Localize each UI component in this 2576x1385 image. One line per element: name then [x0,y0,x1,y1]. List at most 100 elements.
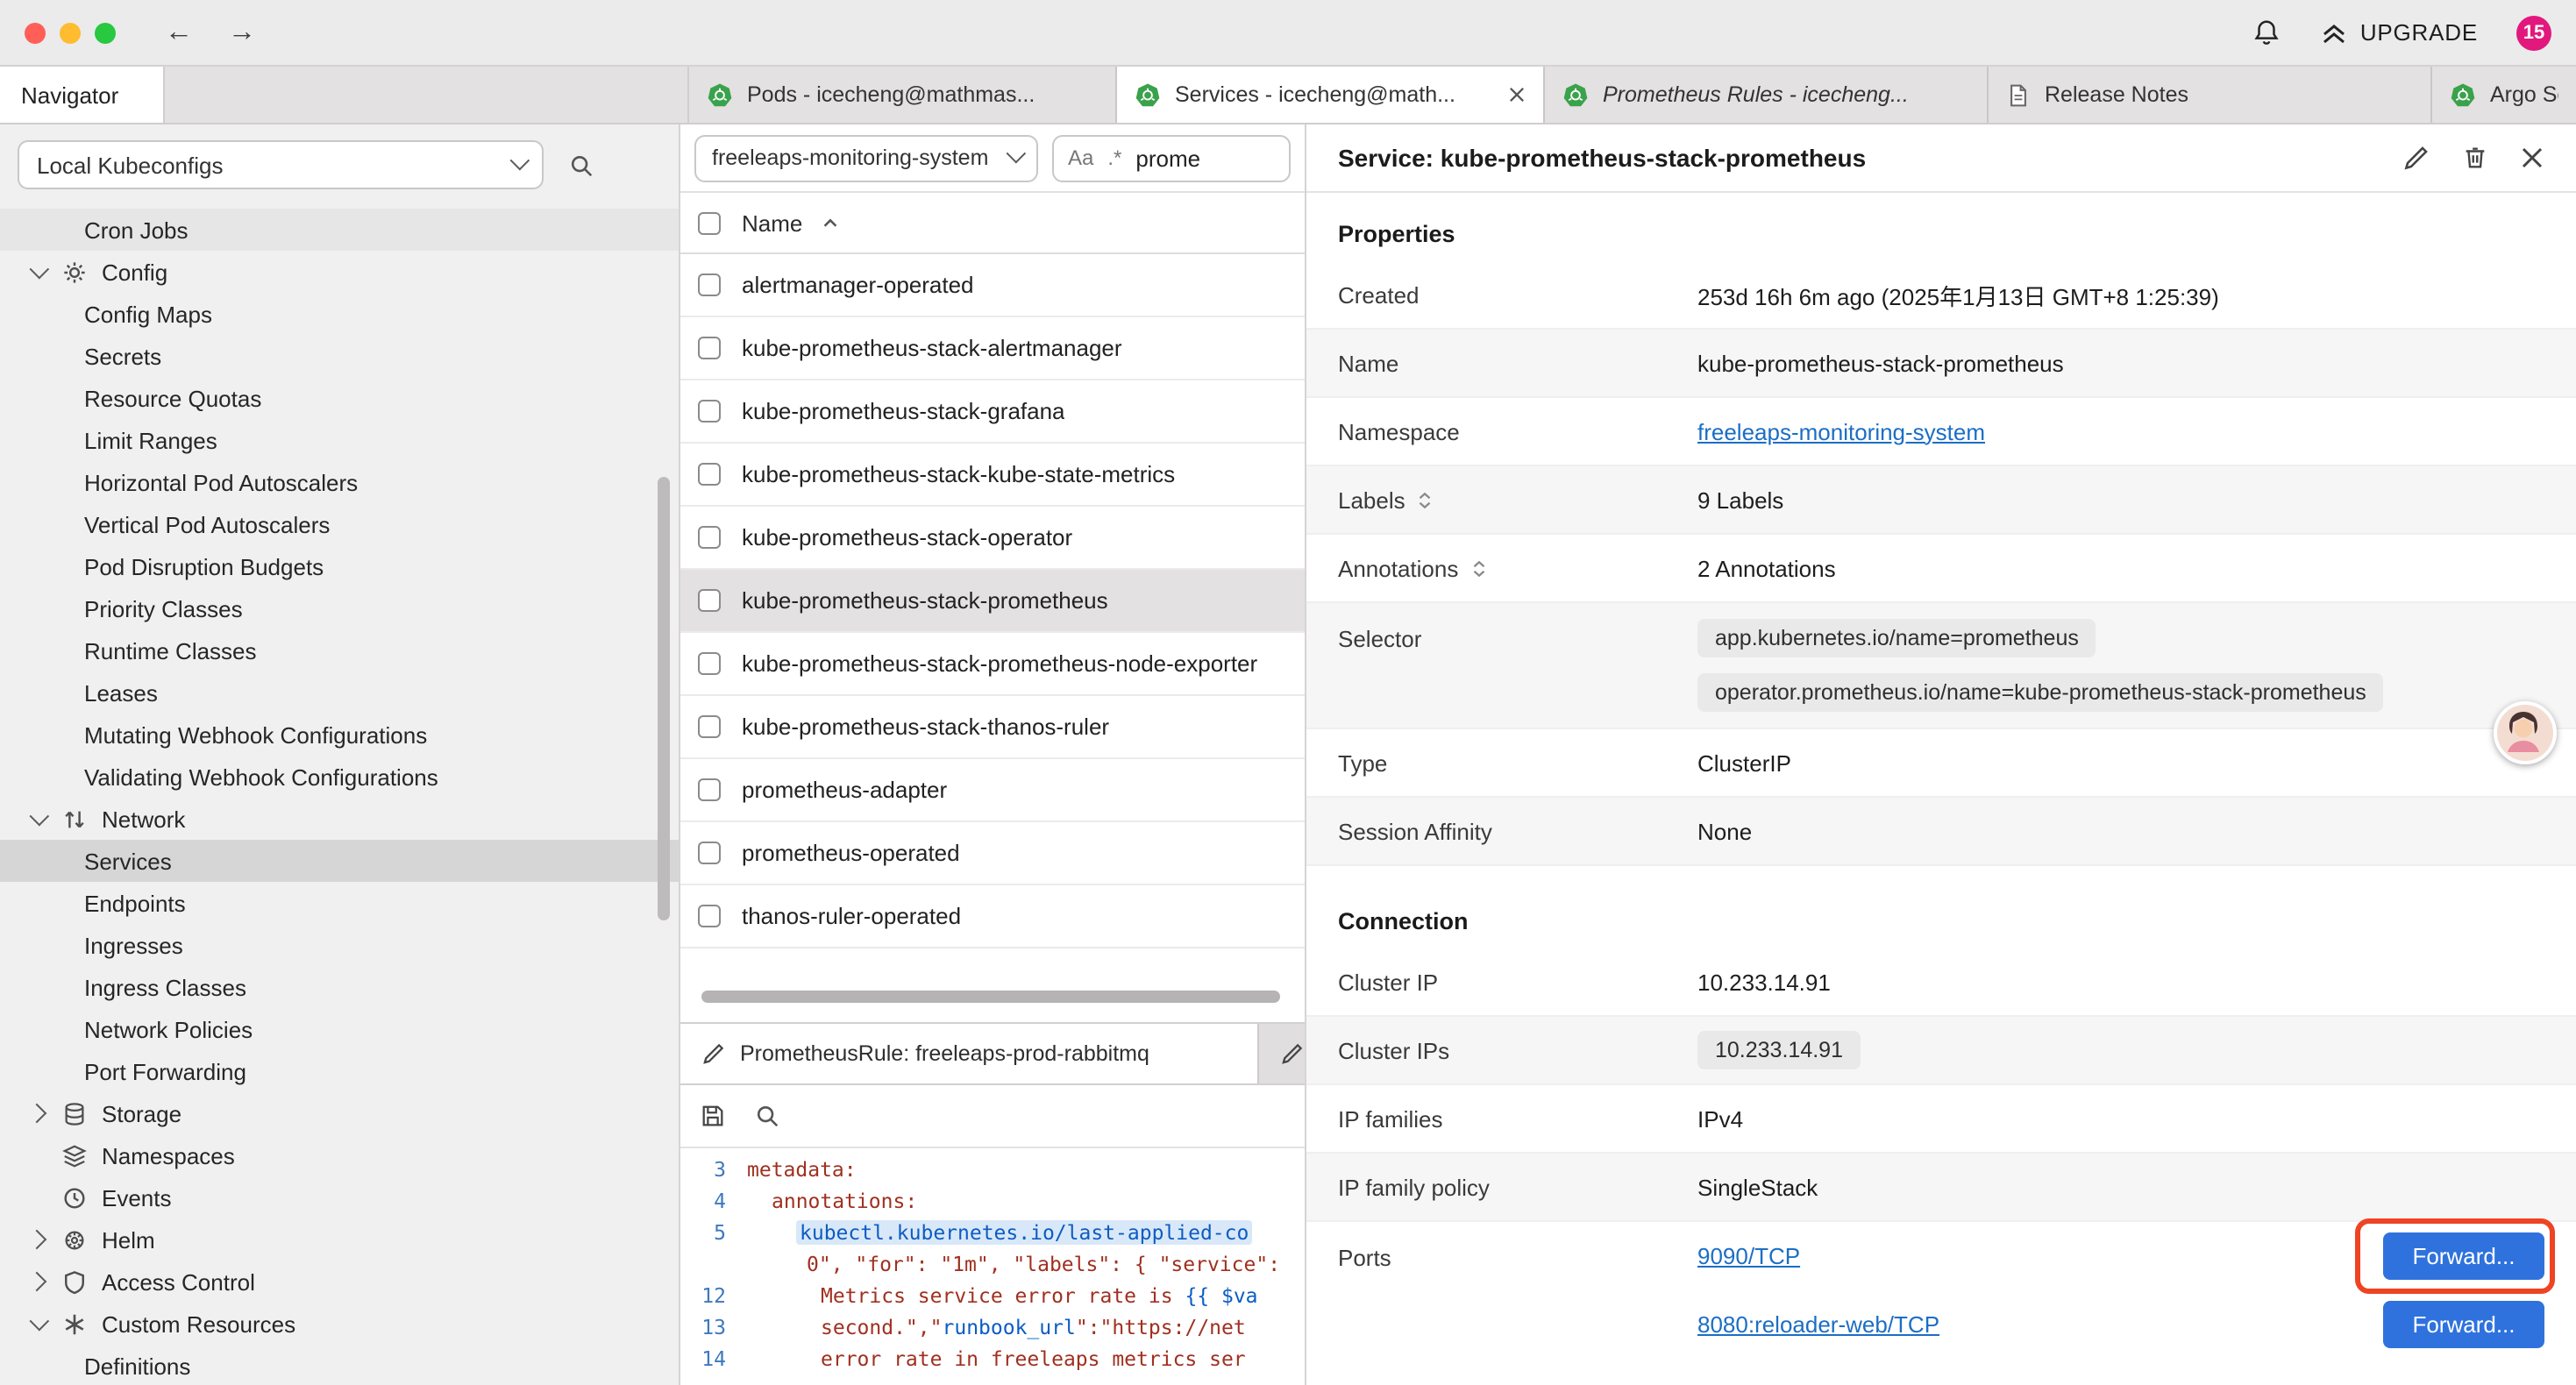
navigator-tree: Cron Jobs Config Config Maps Secrets Res… [0,209,679,1385]
sidebar-item-ingress-classes[interactable]: Ingress Classes [0,966,679,1008]
select-all-checkbox[interactable] [698,211,721,234]
sidebar-group-helm[interactable]: Helm [0,1218,679,1261]
row-checkbox[interactable] [698,652,721,675]
sidebar-item-config-maps[interactable]: Config Maps [0,293,679,335]
row-checkbox[interactable] [698,778,721,801]
row-checkbox[interactable] [698,526,721,549]
sidebar-scrollbar[interactable] [658,477,670,920]
row-checkbox[interactable] [698,463,721,486]
namespace-link[interactable]: freeleaps-monitoring-system [1697,418,1985,444]
sidebar-item-pod-disruption-budgets[interactable]: Pod Disruption Budgets [0,545,679,587]
back-button[interactable]: ← [165,18,193,46]
table-row[interactable]: prometheus-operated [680,822,1305,885]
tab-services[interactable]: Services - icecheng@math... [1117,67,1545,123]
sidebar-item-leases[interactable]: Leases [0,671,679,714]
forward-button[interactable]: → [228,18,256,46]
sidebar-item-vertical-pod-autoscalers[interactable]: Vertical Pod Autoscalers [0,503,679,545]
table-row-selected[interactable]: kube-prometheus-stack-prometheus [680,570,1305,633]
sidebar-group-custom-resources[interactable]: Custom Resources [0,1303,679,1345]
table-row[interactable]: thanos-ruler-operated [680,885,1305,948]
sidebar-group-config[interactable]: Config [0,251,679,293]
editor-tab-partial[interactable] [1259,1024,1305,1083]
sidebar-search-icon[interactable] [568,152,594,178]
row-checkbox[interactable] [698,715,721,738]
sidebar-item-horizontal-pod-autoscalers[interactable]: Horizontal Pod Autoscalers [0,461,679,503]
forward-port-button[interactable]: Forward... [2383,1232,2544,1280]
table-row[interactable]: kube-prometheus-stack-alertmanager [680,317,1305,380]
table-row[interactable]: kube-prometheus-stack-prometheus-node-ex… [680,633,1305,696]
name-column-header[interactable]: Name [742,210,802,236]
notifications-bell-icon[interactable] [2252,18,2281,47]
tab-prometheus-rules[interactable]: Prometheus Rules - icecheng... [1545,67,1989,123]
tab-argo[interactable]: Argo Se [2432,67,2576,123]
regex-toggle[interactable]: .* [1107,146,1121,170]
row-checkbox[interactable] [698,273,721,296]
sidebar-item-resource-quotas[interactable]: Resource Quotas [0,377,679,419]
save-icon[interactable] [700,1103,726,1129]
minimize-window-button[interactable] [60,22,81,43]
sidebar-item-mutating-webhook-configurations[interactable]: Mutating Webhook Configurations [0,714,679,756]
avatar[interactable] [2494,701,2557,764]
sidebar-group-access-control[interactable]: Access Control [0,1261,679,1303]
sidebar-item-events[interactable]: Events [0,1176,679,1218]
upgrade-button[interactable]: UPGRADE [2320,18,2478,46]
property-row-type: Type ClusterIP [1306,729,2576,798]
zoom-window-button[interactable] [95,22,116,43]
sidebar-group-storage[interactable]: Storage [0,1092,679,1134]
list-search-box[interactable]: Aa .* [1052,134,1291,181]
sidebar-item-namespaces[interactable]: Namespaces [0,1134,679,1176]
expand-collapse-icon[interactable] [1416,490,1435,509]
row-checkbox[interactable] [698,337,721,359]
sidebar-item-definitions[interactable]: Definitions [0,1345,679,1385]
match-case-toggle[interactable]: Aa [1068,146,1093,170]
row-checkbox[interactable] [698,905,721,927]
tab-bar-spacer [165,67,689,123]
sidebar-item-port-forwarding[interactable]: Port Forwarding [0,1050,679,1092]
close-panel-icon[interactable] [2520,146,2544,170]
table-row[interactable]: kube-prometheus-stack-kube-state-metrics [680,444,1305,507]
kubeconfig-selector[interactable]: Local Kubeconfigs [18,140,544,189]
port-link-9090[interactable]: 9090/TCP [1697,1243,1800,1269]
sidebar-item-secrets[interactable]: Secrets [0,335,679,377]
sidebar-item-network-policies[interactable]: Network Policies [0,1008,679,1050]
search-input[interactable] [1135,145,1258,171]
tab-release-notes[interactable]: Release Notes [1989,67,2432,123]
close-tab-icon[interactable] [1508,86,1526,103]
yaml-editor[interactable]: 3metadata: 4annotations: 5kubectl.kubern… [680,1148,1305,1385]
horizontal-scrollbar[interactable] [701,991,1280,1003]
table-row[interactable]: kube-prometheus-stack-grafana [680,380,1305,444]
sidebar-item-endpoints[interactable]: Endpoints [0,882,679,924]
table-row[interactable]: kube-prometheus-stack-thanos-ruler [680,696,1305,759]
sidebar-group-network[interactable]: Network [0,798,679,840]
port-link-8080[interactable]: 8080:reloader-web/TCP [1697,1311,1939,1338]
sidebar-item-limit-ranges[interactable]: Limit Ranges [0,419,679,461]
sort-ascending-icon[interactable] [820,213,839,232]
property-row-cluster-ip: Cluster IP 10.233.14.91 [1306,948,2576,1017]
editor-tab-prometheusrule[interactable]: PrometheusRule: freeleaps-prod-rabbitmq [680,1024,1259,1083]
row-checkbox[interactable] [698,589,721,612]
editor-search-icon[interactable] [754,1103,780,1129]
expand-collapse-icon[interactable] [1469,558,1488,578]
code-line: 14error rate in freeleaps metrics ser [680,1343,1305,1374]
row-checkbox[interactable] [698,842,721,864]
sidebar-item-runtime-classes[interactable]: Runtime Classes [0,629,679,671]
edit-pencil-icon[interactable] [2402,144,2430,172]
code-line: 3metadata: [680,1154,1305,1185]
notification-count-badge[interactable]: 15 [2516,15,2551,50]
arrows-up-down-icon [61,806,88,832]
sidebar-item-services[interactable]: Services [0,840,679,882]
row-checkbox[interactable] [698,400,721,423]
sidebar-item-ingresses[interactable]: Ingresses [0,924,679,966]
close-window-button[interactable] [25,22,46,43]
sidebar-item-cron-jobs[interactable]: Cron Jobs [0,209,679,251]
delete-trash-icon[interactable] [2462,144,2488,172]
sidebar-item-validating-webhook-configurations[interactable]: Validating Webhook Configurations [0,756,679,798]
navigator-tab[interactable]: Navigator [0,67,165,123]
table-row[interactable]: prometheus-adapter [680,759,1305,822]
table-row[interactable]: alertmanager-operated [680,254,1305,317]
sidebar-item-priority-classes[interactable]: Priority Classes [0,587,679,629]
forward-port-button[interactable]: Forward... [2383,1301,2544,1348]
namespace-filter-dropdown[interactable]: freeleaps-monitoring-system [694,134,1038,181]
tab-pods[interactable]: Pods - icecheng@mathmas... [689,67,1117,123]
table-row[interactable]: kube-prometheus-stack-operator [680,507,1305,570]
